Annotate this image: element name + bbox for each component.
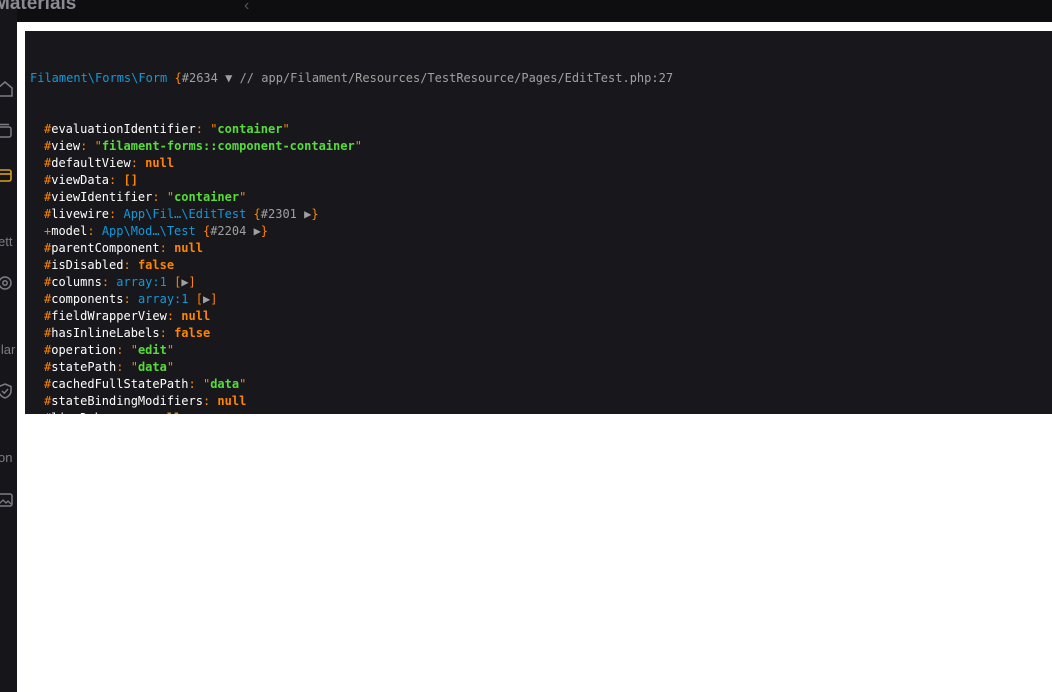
property-key: fieldWrapperView xyxy=(51,309,167,323)
var-dump-panel: Filament\Forms\Form {#2634 ▼ // app/Fila… xyxy=(25,31,1052,414)
dump-property-row: #isDisabled: false xyxy=(30,257,1052,274)
object-class[interactable]: App\Fil…\EditTest xyxy=(123,207,246,221)
dump-property-row: #columns: array:1 [▶] xyxy=(44,275,196,289)
colon: : xyxy=(202,394,218,408)
dump-property-row: #components: array:1 [▶] xyxy=(44,292,218,306)
dump-property-row: #parentComponent: null xyxy=(30,240,1052,257)
string-value: container xyxy=(174,190,240,204)
dump-property-row: #evaluationIdentifier: "container" xyxy=(44,122,290,136)
dump-property-row: #liveDebounce: null xyxy=(30,410,1052,414)
property-key: livewire xyxy=(51,207,110,221)
property-key: viewIdentifier xyxy=(51,190,153,204)
property-key: liveDebounce xyxy=(51,411,138,414)
property-key: operation xyxy=(51,343,117,357)
string-value: filament-forms::component-container xyxy=(101,139,355,153)
colon: : xyxy=(152,190,167,204)
dump-class-name[interactable]: Filament\Forms\Form xyxy=(30,71,167,85)
colon: : xyxy=(87,224,102,238)
keyword-value: null xyxy=(181,309,211,323)
colon: : xyxy=(195,122,211,136)
colon: : xyxy=(116,360,131,374)
property-key: cachedFullStatePath xyxy=(51,377,189,391)
colon: : xyxy=(109,173,124,187)
expand-toggle[interactable]: ▶ xyxy=(181,275,188,289)
dump-properties: #evaluationIdentifier: "container" #view:… xyxy=(30,121,1052,414)
gear-icon[interactable] xyxy=(0,274,14,292)
property-key: components xyxy=(51,292,124,306)
dump-property-row: #defaultView: null xyxy=(30,155,1052,172)
home-icon[interactable] xyxy=(0,80,14,98)
keyword-value: false xyxy=(174,326,211,340)
source-comment: // app/Filament/Resources/TestResource/P… xyxy=(239,71,674,85)
string-value: edit xyxy=(137,343,167,357)
keyword-value: null xyxy=(174,241,203,255)
property-key: stateBindingModifiers xyxy=(51,394,203,408)
property-key: columns xyxy=(51,275,102,289)
colon: : xyxy=(109,207,124,221)
colon: : xyxy=(101,275,117,289)
keyword-value: null xyxy=(145,156,175,170)
array-type[interactable]: array:1 xyxy=(138,292,189,306)
string-value: data xyxy=(210,377,240,391)
property-key: view xyxy=(51,139,81,153)
colon: : xyxy=(188,377,203,391)
property-key: statePath xyxy=(51,360,117,374)
sidebar-collapse-icon[interactable]: ‹ xyxy=(244,0,249,15)
colon: : xyxy=(130,156,146,170)
app-title: Materials xyxy=(0,0,77,14)
folder-icon[interactable] xyxy=(0,166,14,184)
shield-check-icon[interactable] xyxy=(0,382,14,400)
dump-property-row: #view: "filament-forms::component-contai… xyxy=(44,139,362,153)
colon: : xyxy=(123,258,138,272)
colon: : xyxy=(138,411,152,414)
property-key: isDisabled xyxy=(51,258,124,272)
dump-property-row: #viewData: [] xyxy=(30,172,1052,189)
property-key: parentComponent xyxy=(51,241,160,255)
app-topbar: ‹ xyxy=(0,0,1052,22)
colon: : xyxy=(159,326,175,340)
object-class[interactable]: App\Mod…\Test xyxy=(102,224,196,238)
sidebar-group-label: ilar xyxy=(0,342,16,357)
keyword-value: null xyxy=(217,394,247,408)
keyword-value: null xyxy=(152,411,181,414)
string-value: data xyxy=(137,360,167,374)
dump-property-row: #operation: "edit" xyxy=(44,343,175,357)
dump-property-row: +model: App\Mod…\Test {#2204 ▶} xyxy=(44,224,269,238)
dump-property-row: #livewire: App\Fil…\EditTest {#2301 ▶} xyxy=(44,207,319,221)
dump-property-row: #hasInlineLabels: false xyxy=(30,325,1052,342)
property-key: hasInlineLabels xyxy=(51,326,160,340)
keyword-value: false xyxy=(137,258,175,272)
colon: : xyxy=(123,292,138,306)
sidebar-group-label: on xyxy=(0,450,13,465)
property-key: defaultView xyxy=(51,156,131,170)
property-key: model xyxy=(51,224,88,238)
stack-icon[interactable] xyxy=(0,122,14,140)
object-ref: #2634 xyxy=(181,71,218,85)
sidebar-group-label: ett xyxy=(0,234,13,249)
dump-property-row: #viewIdentifier: "container" xyxy=(44,190,247,204)
property-key: evaluationIdentifier xyxy=(51,122,196,136)
collapse-toggle[interactable]: ▼ xyxy=(225,71,232,85)
dump-header: Filament\Forms\Form {#2634 ▼ // app/Fila… xyxy=(30,70,1052,87)
object-ref: #2204 xyxy=(210,224,247,238)
dump-property-row: #fieldWrapperView: null xyxy=(30,308,1052,325)
colon: : xyxy=(116,343,131,357)
colon: : xyxy=(80,139,95,153)
dump-property-row: #statePath: "data" xyxy=(44,360,175,374)
property-key: viewData xyxy=(51,173,110,187)
dump-property-row: #stateBindingModifiers: null xyxy=(30,393,1052,410)
open-brace: { xyxy=(174,71,182,85)
colon: : xyxy=(159,241,175,255)
object-ref: #2301 xyxy=(260,207,297,221)
keyword-value: [] xyxy=(123,173,138,187)
image-icon[interactable] xyxy=(0,491,14,509)
expand-toggle[interactable]: ▶ xyxy=(254,224,261,238)
colon: : xyxy=(166,309,182,323)
array-type[interactable]: array:1 xyxy=(116,275,167,289)
dump-property-row: #cachedFullStatePath: "data" xyxy=(44,377,247,391)
string-value: container xyxy=(217,122,283,136)
